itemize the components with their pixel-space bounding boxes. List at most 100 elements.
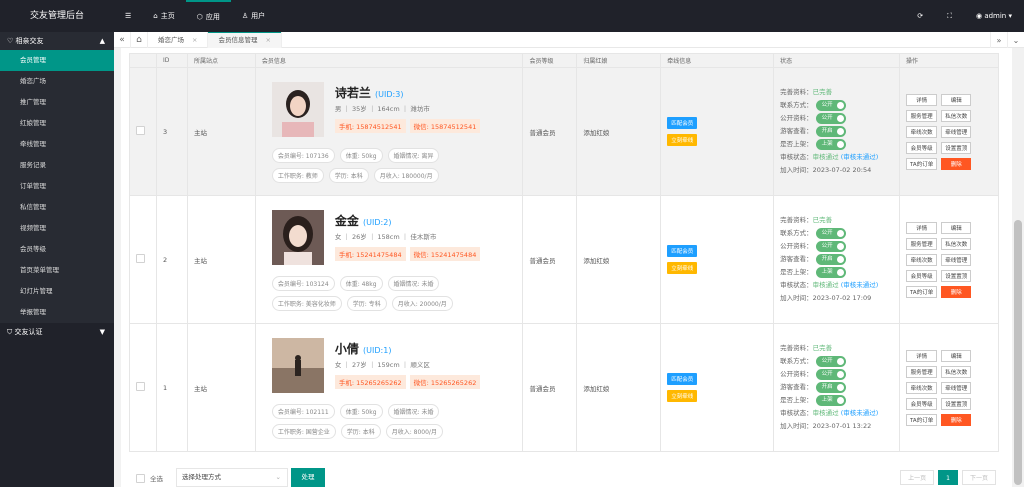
sidebar-item[interactable]: 婚恋广场 [0, 71, 114, 92]
page-1-button[interactable]: 1 [938, 470, 958, 485]
match-member-button[interactable]: 匹配会员 [667, 117, 698, 129]
scrollbar-thumb[interactable] [1014, 220, 1022, 485]
sidebar-item[interactable]: 视频管理 [0, 218, 114, 239]
sidebar-item[interactable]: 会员管理 [0, 50, 114, 71]
op-button[interactable]: 会员等级 [906, 269, 938, 282]
site-cell: 主站 [186, 195, 256, 324]
op-button[interactable]: TA的订单 [906, 157, 938, 170]
member-avatar[interactable] [271, 209, 324, 265]
row-checkbox[interactable] [136, 254, 145, 263]
tab-member-info[interactable]: 会员信息管理 × [208, 31, 282, 48]
op-button[interactable]: 牵线次数 [906, 253, 938, 266]
sidebar-group-dating[interactable]: ♡ 相亲交友 ▲ [0, 32, 114, 50]
row-checkbox[interactable] [136, 382, 145, 391]
prev-page-button[interactable]: 上一页 [900, 470, 935, 485]
sidebar-item[interactable]: 牵线管理 [0, 134, 114, 155]
sidebar-item[interactable]: 订单管理 [0, 176, 114, 197]
home-tab-icon[interactable]: ⌂ [131, 31, 148, 48]
process-button[interactable]: 处理 [291, 468, 325, 487]
op-button[interactable]: 牵线管理 [941, 253, 972, 266]
op-button[interactable]: 牵线次数 [906, 125, 938, 138]
menu-toggle-button[interactable]: ☰ [114, 0, 142, 32]
refresh-icon[interactable]: ⟳ [905, 12, 935, 20]
op-button[interactable]: 编辑 [941, 349, 972, 362]
op-button[interactable]: 详情 [906, 221, 938, 234]
op-button[interactable]: 设置置顶 [941, 269, 972, 282]
match-now-button[interactable]: 立刻牵线 [667, 134, 698, 146]
audit-reject-link[interactable]: (审核未通过) [841, 153, 879, 161]
guest-toggle[interactable]: 开启 [815, 253, 846, 265]
match-now-button[interactable]: 立刻牵线 [667, 262, 698, 274]
sidebar-item[interactable]: 会员等级 [0, 239, 114, 260]
sidebar-item[interactable]: 首页菜单管理 [0, 260, 114, 281]
action-select[interactable]: 选择处理方式 ⌄ [176, 468, 288, 487]
op-button[interactable]: 详情 [906, 349, 938, 362]
op-button[interactable]: 服务管理 [906, 109, 938, 122]
next-page-button[interactable]: 下一页 [961, 470, 996, 485]
contact-toggle[interactable]: 公开 [815, 355, 846, 367]
op-button[interactable]: 私信次数 [941, 237, 972, 250]
scrollbar[interactable] [1012, 48, 1024, 487]
op-button[interactable]: 私信次数 [941, 109, 972, 122]
audit-reject-link[interactable]: (审核未通过) [841, 409, 879, 417]
op-button[interactable]: 会员等级 [906, 141, 938, 154]
sidebar-item[interactable]: 推广管理 [0, 92, 114, 113]
close-icon[interactable]: × [265, 32, 270, 48]
admin-menu[interactable]: ◉ admin ▾ [964, 12, 1024, 20]
info-toggle[interactable]: 公开 [815, 240, 846, 252]
op-button[interactable]: 会员等级 [906, 397, 938, 410]
op-button[interactable]: 服务管理 [906, 365, 938, 378]
member-avatar[interactable] [271, 81, 324, 137]
chevron-down-icon[interactable]: ⌄ [1007, 32, 1024, 48]
sidebar-item[interactable]: 私信管理 [0, 197, 114, 218]
audit-reject-link[interactable]: (审核未通过) [841, 281, 879, 289]
op-button[interactable]: 私信次数 [941, 365, 972, 378]
nav-home[interactable]: ⌂ 主页 [142, 0, 185, 32]
sidebar-item[interactable]: 服务记录 [0, 155, 114, 176]
match-member-button[interactable]: 匹配会员 [667, 245, 698, 257]
sidebar-item[interactable]: 红娘管理 [0, 113, 114, 134]
op-button[interactable]: 设置置顶 [941, 397, 972, 410]
add-matchmaker-link[interactable]: 添加红娘 [576, 323, 662, 452]
guest-toggle[interactable]: 开启 [815, 381, 846, 393]
op-button[interactable]: 详情 [906, 93, 938, 106]
add-matchmaker-link[interactable]: 添加红娘 [576, 195, 662, 324]
op-button[interactable]: 牵线管理 [941, 381, 972, 394]
close-icon[interactable]: × [192, 32, 197, 48]
op-button[interactable]: 设置置顶 [941, 141, 972, 154]
select-all-checkbox[interactable] [136, 474, 145, 483]
member-avatar[interactable] [271, 337, 324, 393]
op-button[interactable]: 删除 [941, 157, 972, 170]
nav-apps[interactable]: ⬡ 应用 [185, 0, 231, 32]
op-button[interactable]: TA的订单 [906, 285, 938, 298]
nav-users[interactable]: ♙ 用户 [231, 0, 276, 32]
op-button[interactable]: 服务管理 [906, 237, 938, 250]
fullscreen-icon[interactable]: ⛶ [935, 12, 964, 21]
sidebar-group-auth[interactable]: ⛉ 交友认证 ▼ [0, 323, 114, 341]
shelf-toggle[interactable]: 上架 [815, 394, 846, 406]
contact-toggle[interactable]: 公开 [815, 227, 846, 239]
op-button[interactable]: 牵线次数 [906, 381, 938, 394]
add-matchmaker-link[interactable]: 添加红娘 [576, 67, 662, 196]
op-button[interactable]: 编辑 [941, 221, 972, 234]
op-button[interactable]: 删除 [941, 285, 972, 298]
chevron-right-icon[interactable]: » [990, 32, 1007, 48]
shelf-toggle[interactable]: 上架 [815, 138, 846, 150]
info-toggle[interactable]: 公开 [815, 112, 846, 124]
op-button[interactable]: 删除 [941, 413, 972, 426]
match-now-button[interactable]: 立刻牵线 [667, 390, 698, 402]
chevron-left-icon[interactable]: « [114, 31, 131, 48]
sidebar-item[interactable]: 举报管理 [0, 302, 114, 323]
guest-toggle[interactable]: 开启 [815, 125, 846, 137]
tab-plaza[interactable]: 婚恋广场 × [148, 31, 209, 48]
sidebar-item[interactable]: 幻灯片管理 [0, 281, 114, 302]
contact-toggle[interactable]: 公开 [815, 99, 846, 111]
match-member-button[interactable]: 匹配会员 [667, 373, 698, 385]
row-checkbox[interactable] [136, 126, 145, 135]
op-button[interactable]: TA的订单 [906, 413, 938, 426]
op-button[interactable]: 编辑 [941, 93, 972, 106]
top-right: ⟳ ⛶ ◉ admin ▾ [905, 0, 1024, 32]
op-button[interactable]: 牵线管理 [941, 125, 972, 138]
info-toggle[interactable]: 公开 [815, 368, 846, 380]
shelf-toggle[interactable]: 上架 [815, 266, 846, 278]
